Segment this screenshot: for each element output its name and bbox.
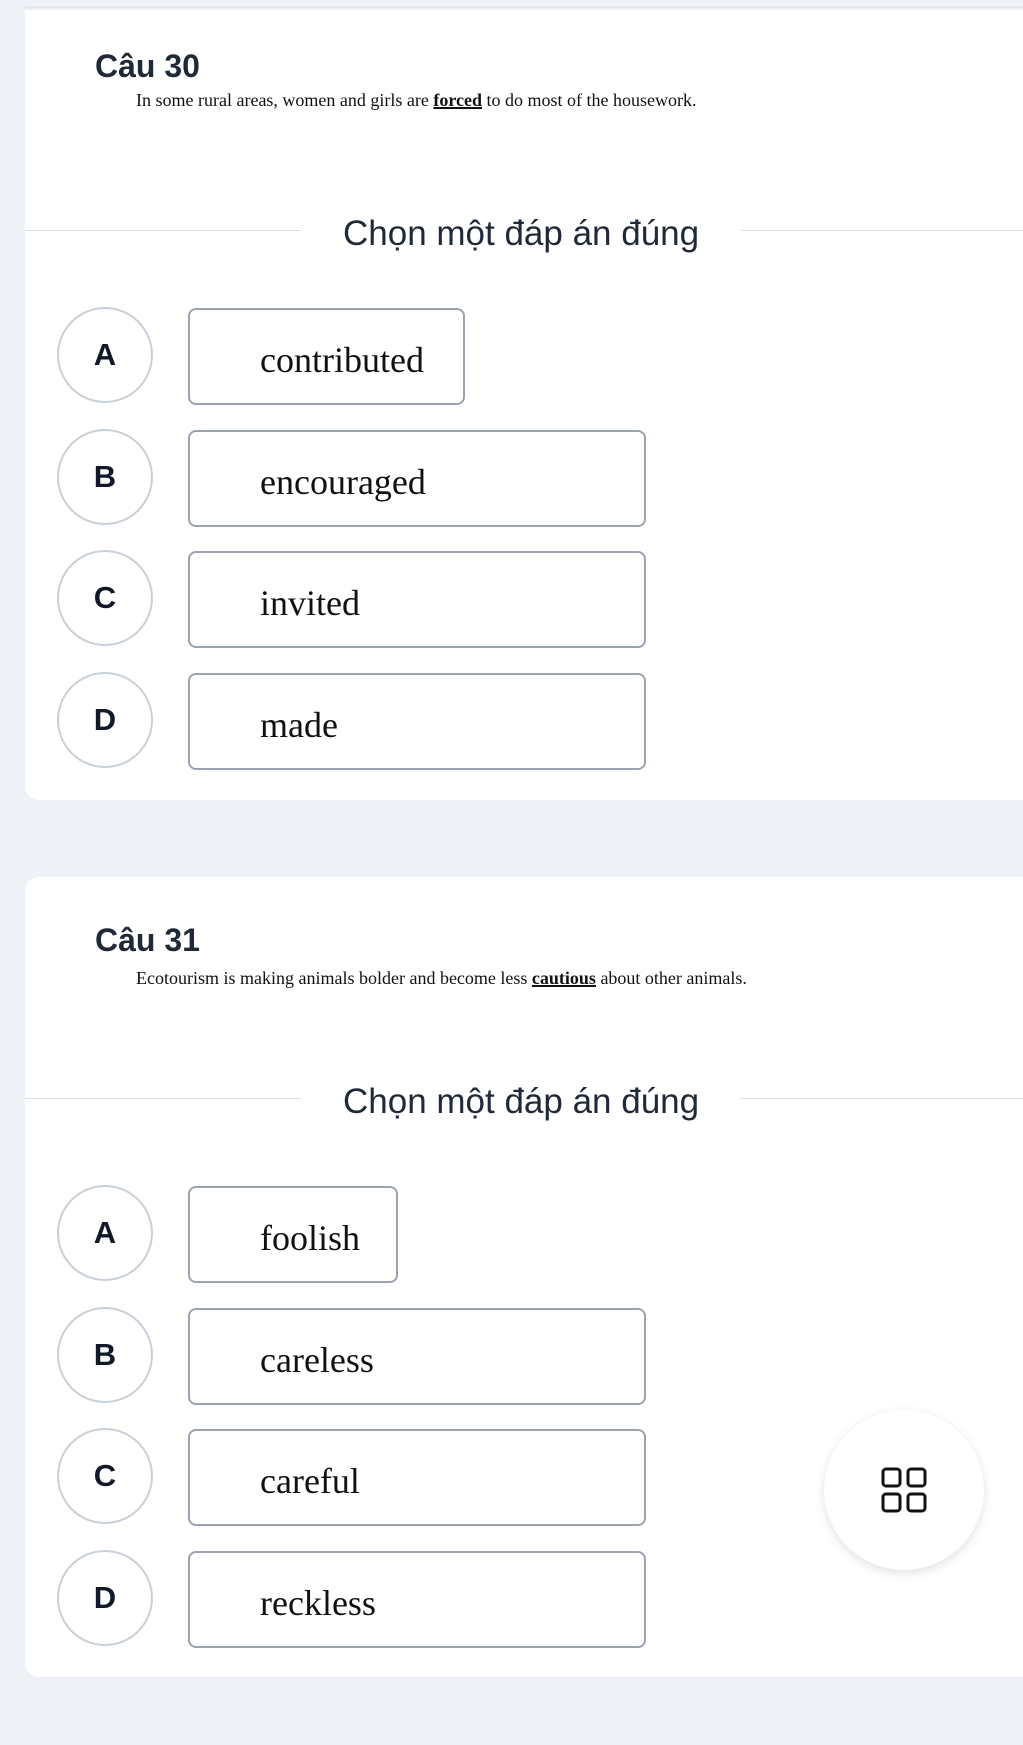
question-text-before: Ecotourism is making animals bolder and … xyxy=(136,968,532,988)
question-text-after: to do most of the housework. xyxy=(482,90,697,110)
option-a[interactable]: A foolish xyxy=(25,1185,1023,1285)
option-b[interactable]: B careless xyxy=(25,1307,1023,1407)
question-text-after: about other animals. xyxy=(595,968,747,988)
question-card-30: Câu 30 In some rural areas, women and gi… xyxy=(25,10,1023,800)
question-grid-button[interactable] xyxy=(824,1410,984,1570)
option-text: foolish xyxy=(260,1218,361,1258)
question-title: Câu 30 xyxy=(95,48,200,84)
option-letter[interactable]: D xyxy=(57,672,153,768)
option-box[interactable]: careless xyxy=(188,1308,646,1405)
question-text: In some rural areas, women and girls are… xyxy=(136,90,697,111)
question-keyword: forced xyxy=(433,90,483,110)
option-box[interactable]: reckless xyxy=(188,1551,646,1648)
option-text: careless xyxy=(260,1340,374,1380)
option-text: invited xyxy=(260,583,360,623)
option-box[interactable]: careful xyxy=(188,1429,646,1526)
option-box[interactable]: foolish xyxy=(188,1186,398,1283)
instruction-label: Chọn một đáp án đúng xyxy=(343,1082,700,1121)
instruction-divider: Chọn một đáp án đúng xyxy=(25,1082,1023,1121)
instruction-label: Chọn một đáp án đúng xyxy=(343,214,700,253)
option-text: contributed xyxy=(260,340,424,380)
option-letter[interactable]: C xyxy=(57,550,153,646)
option-box[interactable]: contributed xyxy=(188,308,465,405)
option-text: encouraged xyxy=(260,462,426,502)
option-b[interactable]: B encouraged xyxy=(25,429,1023,529)
instruction-divider: Chọn một đáp án đúng xyxy=(25,214,1023,253)
option-letter[interactable]: B xyxy=(57,429,153,525)
option-box[interactable]: encouraged xyxy=(188,430,646,527)
option-a[interactable]: A contributed xyxy=(25,307,1023,407)
option-letter[interactable]: D xyxy=(57,1550,153,1646)
grid-icon xyxy=(881,1467,927,1513)
option-c[interactable]: C invited xyxy=(25,550,1023,650)
option-text: reckless xyxy=(260,1583,376,1623)
option-letter[interactable]: B xyxy=(57,1307,153,1403)
option-box[interactable]: made xyxy=(188,673,646,770)
option-d[interactable]: D made xyxy=(25,672,1023,772)
option-letter[interactable]: A xyxy=(57,1185,153,1281)
question-keyword: cautious xyxy=(531,968,596,988)
option-d[interactable]: D reckless xyxy=(25,1550,1023,1650)
top-divider xyxy=(25,6,1023,8)
question-text: Ecotourism is making animals bolder and … xyxy=(136,968,747,989)
option-letter[interactable]: C xyxy=(57,1428,153,1524)
option-letter[interactable]: A xyxy=(57,307,153,403)
question-text-before: In some rural areas, women and girls are xyxy=(136,90,434,110)
option-text: made xyxy=(260,705,338,745)
option-text: careful xyxy=(260,1461,360,1501)
option-box[interactable]: invited xyxy=(188,551,646,648)
question-title: Câu 31 xyxy=(95,922,200,958)
